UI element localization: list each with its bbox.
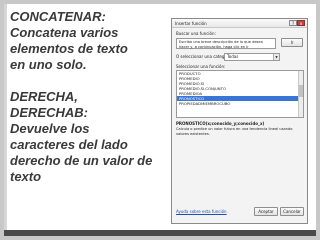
- chevron-down-icon[interactable]: ▼: [273, 54, 279, 60]
- slide-line: Devuelve los: [10, 121, 90, 136]
- slide-side-bar: [4, 4, 7, 236]
- slide-line: caracteres del lado: [10, 137, 128, 152]
- search-input[interactable]: Escriba una breve descripción de lo que …: [176, 38, 276, 49]
- slide-line: elementos de texto: [10, 41, 128, 56]
- help-link[interactable]: Ayuda sobre esta función: [176, 209, 227, 214]
- slide-footer-strip: [4, 230, 316, 236]
- slide-line: Concatena varios: [10, 25, 119, 40]
- function-list[interactable]: PRODUCTO PROMEDIO PROMEDIO.SI PROMEDIO.S…: [176, 70, 304, 118]
- function-description: Calcula o predice un valor futuro en una…: [176, 127, 293, 136]
- function-list-item[interactable]: PROPIEDADMIEMBROCUBO: [177, 101, 303, 106]
- go-button[interactable]: Ir: [281, 38, 303, 47]
- scrollbar-thumb[interactable]: [299, 85, 303, 97]
- slide-line: texto: [10, 169, 42, 184]
- dialog-title: Insertar función: [172, 19, 307, 28]
- slide-blank-line: [10, 73, 150, 89]
- slide-text: CONCATENAR: Concatena varios elementos d…: [10, 9, 153, 185]
- function-signature: PRONOSTICO(x;conocido_y;conocido_x): [176, 121, 265, 126]
- slide-line: derecho de un valor de: [10, 153, 153, 168]
- slide-line-derecha: DERECHA,: [10, 89, 78, 104]
- slide-line: en uno solo.: [10, 57, 87, 72]
- slide-line-concatenar: CONCATENAR:: [10, 9, 106, 24]
- function-list-scrollbar[interactable]: [298, 71, 303, 117]
- cancel-button[interactable]: Cancelar: [280, 207, 304, 216]
- insert-function-dialog: Insertar función ? x Buscar una función:…: [171, 18, 308, 224]
- help-icon[interactable]: ?: [289, 20, 297, 26]
- category-select[interactable]: Todas ▼: [224, 53, 280, 61]
- ok-button[interactable]: Aceptar: [254, 207, 278, 216]
- category-value: Todas: [227, 54, 239, 59]
- select-function-label: Seleccionar una función:: [176, 64, 226, 69]
- search-label: Buscar una función:: [176, 31, 216, 36]
- slide-line-derechab: DERECHAB:: [10, 105, 88, 120]
- slide: CONCATENAR: Concatena varios elementos d…: [4, 4, 316, 236]
- close-icon[interactable]: x: [297, 20, 305, 26]
